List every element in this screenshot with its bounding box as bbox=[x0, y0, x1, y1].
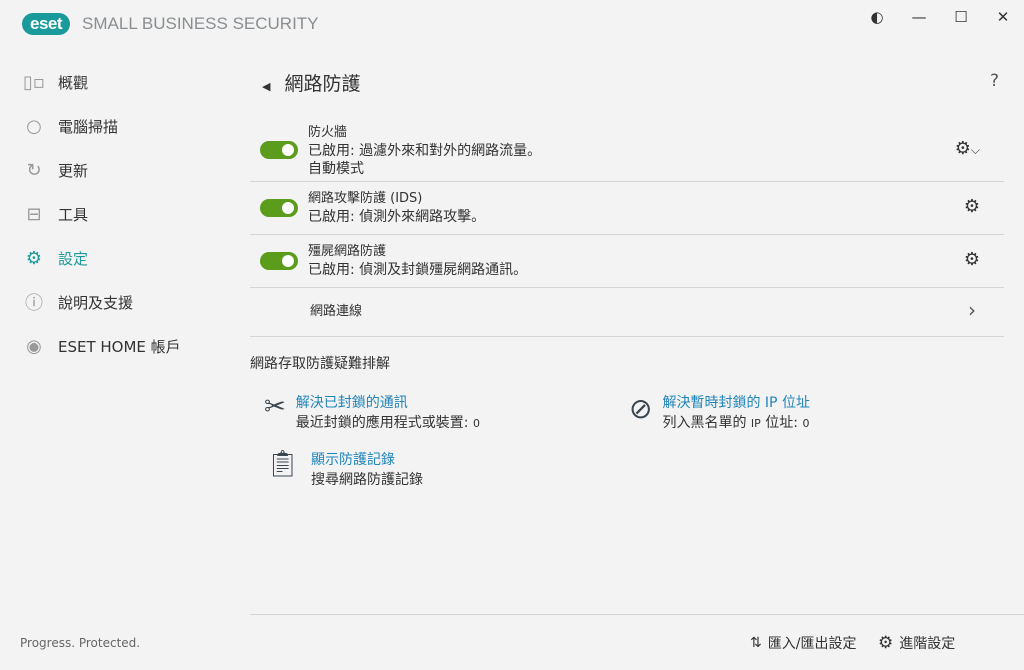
resolve-ip-link[interactable]: 解決暫時封鎖的 IP 位址 bbox=[662, 392, 809, 412]
search-icon: ○ bbox=[26, 115, 42, 137]
firewall-row: 防火牆已啟用: 過濾外來和對外的網路流量。 自動模式 ⚙⌵ bbox=[250, 120, 1004, 182]
row-title: 殭屍網路防護 bbox=[308, 244, 387, 259]
row-title: 防火牆 bbox=[308, 125, 348, 140]
sidebar-item-label: 電腦掃描 bbox=[58, 117, 119, 136]
page-title: ◀ 網路防護 bbox=[262, 69, 360, 96]
footer-tagline: Progress. Protected. bbox=[20, 636, 141, 650]
blocked-icon: ⊘ bbox=[629, 392, 653, 425]
gear-icon[interactable]: ⚙ bbox=[964, 196, 980, 217]
bottom-divider bbox=[250, 614, 1024, 615]
account-icon: ◉ bbox=[26, 335, 42, 357]
import-export-label: 匯入/匯出設定 bbox=[767, 636, 857, 652]
gear-icon[interactable]: ⚙ bbox=[964, 249, 980, 270]
resolve-ip-desc: 列入黑名單的 bbox=[662, 415, 747, 431]
show-log-link[interactable]: 顯示防護記錄 bbox=[311, 449, 423, 469]
sidebar-item-label: 概觀 bbox=[58, 73, 89, 92]
sidebar-item-overview[interactable]: ▯▫ 概觀 bbox=[22, 60, 242, 104]
sidebar-item-help[interactable]: ⓘ 說明及支援 bbox=[22, 280, 242, 324]
advanced-setup-button[interactable]: ⚙ 進階設定 bbox=[878, 633, 955, 653]
import-export-icon: ⇅ bbox=[750, 635, 762, 651]
chevron-right-icon: › bbox=[968, 298, 976, 322]
chevron-down-icon: ⌵ bbox=[970, 143, 980, 157]
sidebar-item-setup[interactable]: ⚙ 設定 bbox=[22, 236, 242, 280]
resolve-ip-item: ⊘ 解決暫時封鎖的 IP 位址 列入黑名單的 IP 位址: 0 bbox=[629, 392, 810, 432]
clipboard-icon: 📋︎ bbox=[266, 449, 300, 479]
tools-icon: ✂ bbox=[264, 392, 286, 422]
refresh-icon: ↻ bbox=[26, 159, 42, 181]
import-export-button[interactable]: ⇅ 匯入/匯出設定 bbox=[750, 633, 856, 653]
sidebar-nav: ▯▫ 概觀 ○ 電腦掃描 ↻ 更新 ⊟ 工具 ⚙ 設定 ⓘ 說明及支援 ◉ ESET HOME… bbox=[22, 60, 242, 368]
row-status: 已啟用: 偵測及封鎖殭屍網路通訊。 bbox=[308, 262, 528, 278]
network-connections-label: 網路連線 bbox=[310, 304, 363, 319]
sidebar-item-label: 更新 bbox=[58, 161, 89, 180]
gear-icon: ⚙ bbox=[878, 633, 894, 653]
app-title: SMALL BUSINESS SECURITY bbox=[82, 14, 319, 33]
row-status: 已啟用: 過濾外來和對外的網路流量。 bbox=[308, 143, 542, 159]
briefcase-icon: ⊟ bbox=[26, 203, 42, 225]
sidebar-item-scan[interactable]: ○ 電腦掃描 bbox=[22, 104, 242, 148]
eset-logo: eset SMALL BUSINESS SECURITY bbox=[22, 13, 319, 35]
row-status: 已啟用: 偵測外來網路攻擊。 bbox=[308, 209, 486, 225]
logo-badge: eset bbox=[22, 13, 71, 35]
overview-icon: ▯▫ bbox=[22, 71, 46, 93]
ip-count: 0 bbox=[802, 417, 810, 430]
page-title-text: 網路防護 bbox=[284, 73, 361, 95]
row-mode: 自動模式 bbox=[308, 161, 364, 177]
network-connections-row[interactable]: 網路連線 › bbox=[250, 288, 1004, 337]
resolve-ip-desc2: 位址: bbox=[765, 415, 798, 431]
botnet-toggle[interactable] bbox=[260, 252, 298, 270]
row-title: 網路攻擊防護 (IDS) bbox=[308, 191, 423, 206]
ids-row: 網路攻擊防護 (IDS) 已啟用: 偵測外來網路攻擊。 ⚙ bbox=[250, 182, 1004, 235]
sidebar-item-label: 說明及支援 bbox=[58, 293, 134, 312]
resolve-blocked-desc: 最近封鎖的應用程式或裝置: bbox=[295, 415, 469, 431]
sidebar-item-label: 設定 bbox=[58, 249, 89, 268]
troubleshoot-heading: 網路存取防護疑難排解 bbox=[250, 356, 390, 372]
resolve-blocked-link[interactable]: 解決已封鎖的通訊 bbox=[296, 392, 480, 412]
blocked-count: 0 bbox=[472, 417, 480, 430]
ids-toggle[interactable] bbox=[260, 199, 298, 217]
sidebar-item-label: ESET HOME 帳戶 bbox=[58, 337, 181, 356]
back-icon[interactable]: ◀ bbox=[262, 80, 270, 93]
sidebar-item-tools[interactable]: ⊟ 工具 bbox=[22, 192, 242, 236]
resolve-blocked-item: ✂ 解決已封鎖的通訊 最近封鎖的應用程式或裝置: 0 bbox=[264, 392, 480, 432]
minimize-icon[interactable]: — bbox=[904, 8, 934, 26]
sidebar-item-label: 工具 bbox=[58, 205, 89, 224]
close-icon[interactable]: ✕ bbox=[988, 8, 1018, 26]
firewall-toggle[interactable] bbox=[260, 141, 298, 159]
advanced-setup-label: 進階設定 bbox=[899, 636, 956, 652]
maximize-icon[interactable]: ☐ bbox=[946, 8, 976, 26]
firewall-settings-button[interactable]: ⚙⌵ bbox=[955, 138, 980, 159]
sidebar-item-account[interactable]: ◉ ESET HOME 帳戶 bbox=[22, 324, 242, 368]
show-log-item: 📋︎ 顯示防護記錄 搜尋網路防護記錄 bbox=[266, 449, 423, 489]
help-button[interactable]: ? bbox=[990, 71, 999, 91]
gear-icon: ⚙ bbox=[25, 247, 43, 269]
sidebar-item-update[interactable]: ↻ 更新 bbox=[22, 148, 242, 192]
gear-icon: ⚙ bbox=[954, 138, 971, 159]
help-icon: ⓘ bbox=[25, 293, 43, 314]
show-log-desc: 搜尋網路防護記錄 bbox=[311, 472, 424, 488]
botnet-row: 殭屍網路防護已啟用: 偵測及封鎖殭屍網路通訊。 ⚙ bbox=[250, 235, 1004, 288]
contrast-icon[interactable]: ◐ bbox=[862, 8, 892, 26]
ip-label: IP bbox=[750, 417, 761, 430]
